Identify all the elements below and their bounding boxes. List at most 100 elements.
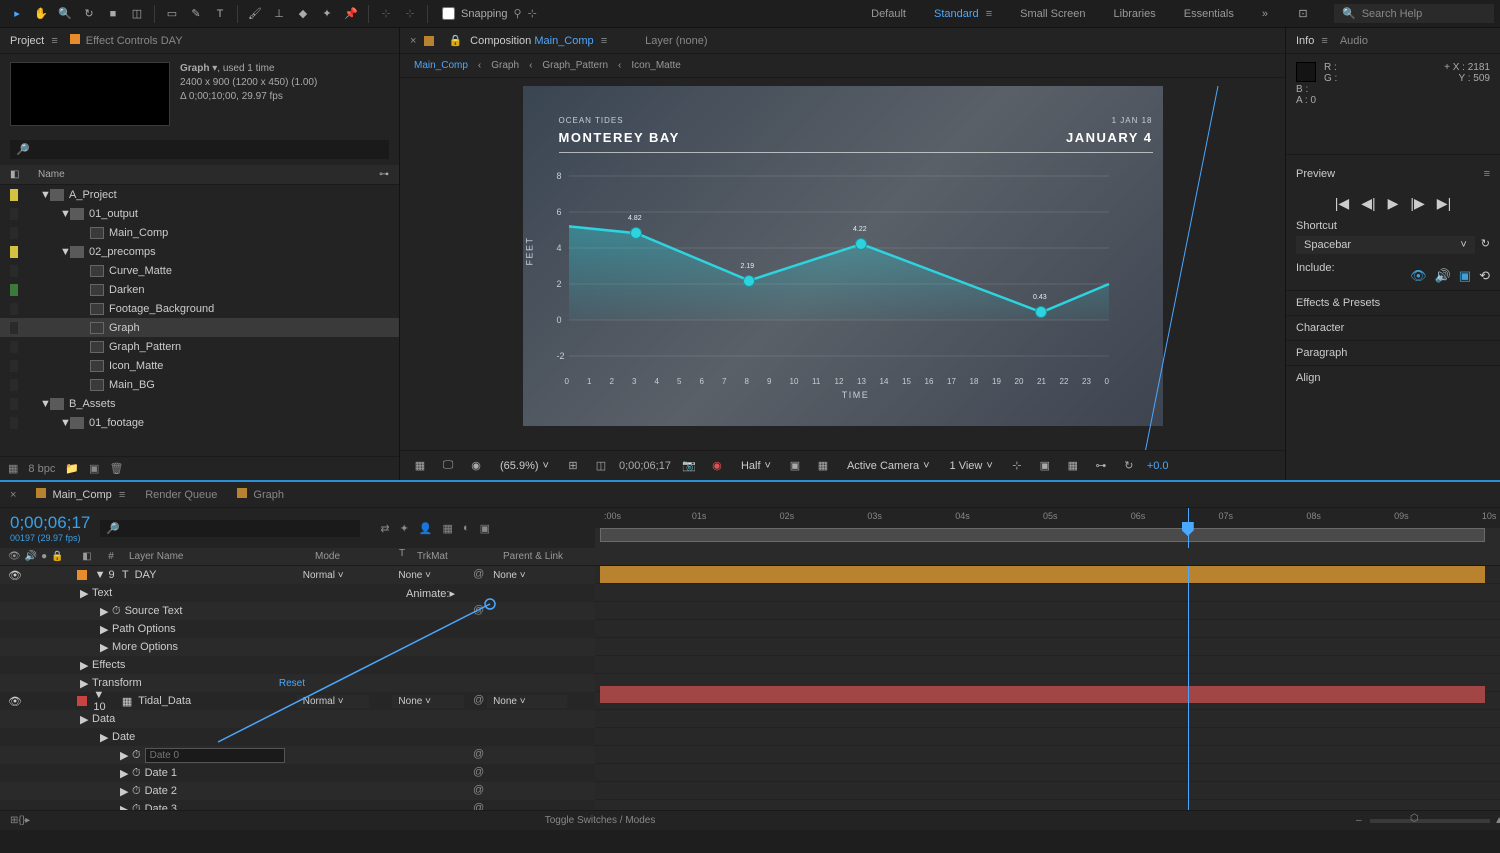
tab-layer[interactable]: Layer (none) [645, 35, 707, 47]
timeline-zoom-slider[interactable]: –⬡▲ [1370, 819, 1490, 823]
roto-tool[interactable]: ✦ [316, 3, 338, 25]
puppet-tool[interactable]: 📌 [340, 3, 362, 25]
workspace-libraries[interactable]: Libraries [1110, 8, 1160, 20]
sync-icon[interactable]: ⊡ [1292, 3, 1314, 25]
project-item-icon_matte[interactable]: Icon_Matte [0, 356, 399, 375]
resolution-dropdown[interactable]: Half ˅ [735, 458, 777, 474]
pickwhip-icon[interactable]: @ [473, 604, 487, 618]
breadcrumb-main[interactable]: Main_Comp [414, 60, 468, 71]
panel-menu-icon[interactable]: ≡ [1484, 168, 1490, 180]
brush-tool[interactable]: 🖌 [244, 3, 266, 25]
prev-frame-icon[interactable]: ◀| [1361, 195, 1375, 212]
transparency-icon[interactable]: ▦ [813, 456, 833, 476]
video-switch[interactable]: 👁 [8, 695, 22, 708]
grid-icon[interactable]: ⊞ [563, 456, 583, 476]
view-dropdown[interactable]: 1 View ˅ [944, 458, 999, 474]
shape-tool[interactable]: ▭ [161, 3, 183, 25]
parent-col[interactable]: Parent & Link [503, 548, 633, 565]
tab-effect-controls[interactable]: Effect Controls DAY [70, 34, 183, 47]
snapping-toggle[interactable]: Snapping ⚲ ⊹ [442, 7, 537, 20]
channel-icon[interactable]: ◉ [707, 456, 727, 476]
snapping-checkbox[interactable] [442, 7, 455, 20]
project-item-graph_pattern[interactable]: Graph_Pattern [0, 337, 399, 356]
timeline-search[interactable]: 🔎 [100, 520, 360, 537]
mode-col[interactable]: Mode [309, 548, 399, 565]
expand-icon[interactable]: ⊞ [10, 815, 18, 826]
shy-icon[interactable]: 👤 [419, 522, 433, 535]
next-frame-icon[interactable]: |▶ [1410, 195, 1424, 212]
parent-dropdown[interactable]: None ˅ [487, 695, 567, 708]
trkmat-dropdown[interactable]: None ˅ [392, 695, 464, 708]
play-icon[interactable]: ▶ [1388, 195, 1399, 212]
alpha-icon[interactable]: ▦ [410, 456, 430, 476]
project-item-b_assets[interactable]: ▼B_Assets [0, 394, 399, 413]
property-row[interactable]: ▶Effects [0, 656, 595, 674]
reset-link[interactable]: Reset [279, 678, 305, 689]
workspace-default[interactable]: Default [867, 8, 910, 20]
tab-render-queue[interactable]: Render Queue [145, 489, 217, 501]
project-item-02_precomps[interactable]: ▼02_precomps [0, 242, 399, 261]
snapping-icon[interactable]: ⚲ [514, 7, 522, 20]
project-item-main_comp[interactable]: Main_Comp [0, 223, 399, 242]
reset-exposure-icon[interactable]: ↻ [1119, 456, 1139, 476]
pickwhip-icon[interactable]: @ [473, 802, 487, 810]
stopwatch-icon[interactable]: ⏱ [132, 785, 141, 798]
lock-col-icon[interactable]: 🔒 [51, 551, 63, 562]
selection-tool[interactable]: ▸ [6, 3, 28, 25]
mode-dropdown[interactable]: Normal ˅ [297, 569, 369, 582]
timeline-icon[interactable]: ▦ [1063, 456, 1083, 476]
breadcrumb-matte[interactable]: Icon_Matte [631, 60, 680, 71]
video-col-icon[interactable]: 👁 [8, 551, 21, 562]
tab-audio[interactable]: Audio [1340, 35, 1368, 47]
stopwatch-icon[interactable]: ⏱ [112, 605, 121, 618]
guides-icon[interactable]: ◫ [591, 456, 611, 476]
property-row[interactable]: ▶⏱Date 1@ [0, 764, 595, 782]
animate-icon[interactable]: ▸ [449, 588, 455, 600]
orbit-tool[interactable]: ↻ [78, 3, 100, 25]
tab-preview[interactable]: Preview [1296, 168, 1335, 180]
display-icon[interactable]: 🖵 [438, 456, 458, 476]
zoom-dropdown[interactable]: (65.9%) ˅ [494, 458, 555, 474]
comp-mini-flowchart-icon[interactable]: ⇄ [380, 522, 389, 535]
mask-icon[interactable]: ◉ [466, 456, 486, 476]
last-frame-icon[interactable]: ▶| [1437, 195, 1451, 212]
pickwhip-icon[interactable]: @ [473, 784, 487, 798]
project-item-01_output[interactable]: ▼01_output [0, 204, 399, 223]
graph-editor-icon[interactable]: ▣ [480, 522, 490, 535]
bpc-toggle[interactable]: 8 bpc [28, 463, 55, 475]
text-tool[interactable]: T [209, 3, 231, 25]
brace-icon[interactable]: {} [18, 815, 25, 826]
zoom-tool[interactable]: 🔍 [54, 3, 76, 25]
pickwhip-icon[interactable]: @ [473, 568, 487, 582]
workspace-menu-icon[interactable]: ≡ [986, 8, 992, 20]
exposure-value[interactable]: +0.0 [1147, 460, 1169, 472]
flowchart-icon[interactable]: ⊶ [379, 169, 389, 180]
clone-tool[interactable]: ⊥ [268, 3, 290, 25]
project-item-footage_background[interactable]: Footage_Background [0, 299, 399, 318]
layer-bar-tidal[interactable] [600, 686, 1485, 703]
close-tab-icon[interactable]: × [10, 489, 16, 501]
video-icon[interactable]: 👁 [1410, 268, 1427, 284]
pickwhip-icon[interactable]: @ [473, 766, 487, 780]
property-row[interactable]: ▶Path Options [0, 620, 595, 638]
frame-blend-icon[interactable]: ▦ [443, 522, 453, 535]
trkmat-col[interactable]: TrkMat [417, 548, 503, 565]
property-input[interactable] [145, 748, 285, 763]
project-item-curve_matte[interactable]: Curve_Matte [0, 261, 399, 280]
label-col-icon[interactable]: ◧ [75, 548, 99, 565]
first-frame-icon[interactable]: |◀ [1335, 195, 1349, 212]
project-search[interactable]: 🔎 [10, 140, 389, 159]
layer-row[interactable]: 👁▼ 10▦Tidal_DataNormal ˅None ˅@ None ˅ [0, 692, 595, 710]
property-row[interactable]: ▶More Options [0, 638, 595, 656]
stopwatch-icon[interactable]: ⏱ [132, 767, 141, 780]
interpret-icon[interactable]: ▦ [8, 462, 18, 475]
trkmat-dropdown[interactable]: None ˅ [392, 569, 464, 582]
time-ruler[interactable]: :00s01s02s03s04s05s06s07s08s09s10s [595, 508, 1500, 548]
playhead[interactable] [1188, 508, 1189, 548]
reset-icon[interactable]: ↻ [1481, 237, 1490, 250]
render-icon[interactable]: ▸ [25, 815, 30, 826]
flowchart-icon[interactable]: ⊶ [1091, 456, 1111, 476]
breadcrumb-graph[interactable]: Graph [491, 60, 519, 71]
workspace-standard[interactable]: Standard ≡ [930, 8, 996, 20]
audio-icon[interactable]: 🔊 [1435, 268, 1451, 284]
